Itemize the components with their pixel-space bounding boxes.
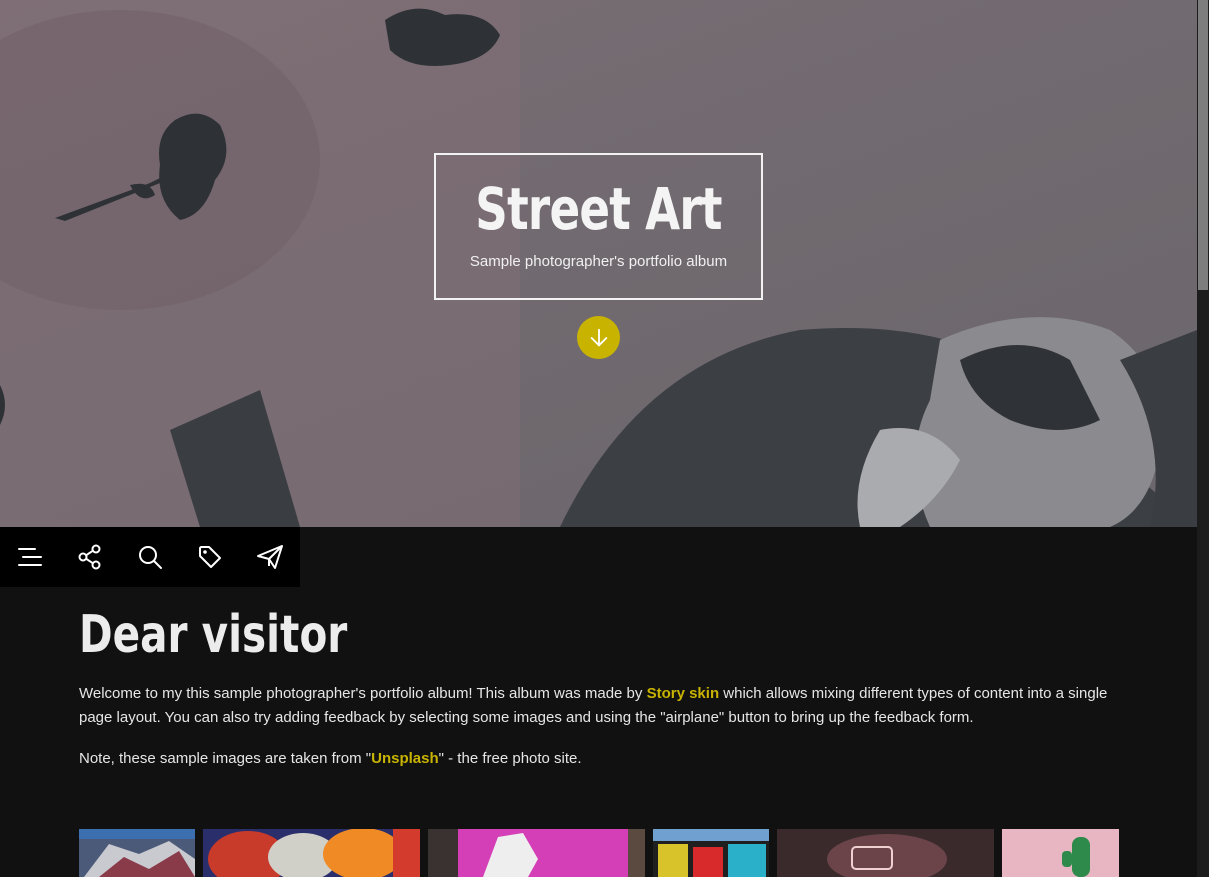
note-text: " - the free photo site. — [438, 750, 582, 767]
intro-paragraph-1: Welcome to my this sample photographer's… — [79, 682, 1119, 730]
album-title: Street Art — [475, 175, 722, 243]
send-feedback-icon — [257, 545, 283, 569]
album-title-box: Street Art Sample photographer's portfol… — [434, 153, 763, 300]
feedback-button[interactable] — [240, 527, 300, 587]
menu-icon — [18, 548, 42, 566]
story-skin-link[interactable]: Story skin — [647, 685, 720, 702]
scroll-down-button[interactable] — [577, 316, 620, 359]
scrollbar-thumb[interactable] — [1198, 0, 1208, 290]
thumbnail-image[interactable] — [1002, 829, 1119, 877]
thumbnail-image[interactable] — [428, 829, 645, 877]
thumbnail-image[interactable] — [777, 829, 994, 877]
intro-heading: Dear visitor — [79, 605, 348, 665]
menu-button[interactable] — [0, 527, 60, 587]
note-text: Note, these sample images are taken from… — [79, 750, 372, 767]
toolbar — [0, 527, 300, 587]
intro-text: Welcome to my this sample photographer's… — [79, 685, 647, 702]
intro-section: Dear visitor Welcome to my this sample p… — [79, 600, 1119, 771]
search-button[interactable] — [120, 527, 180, 587]
thumbnail-image[interactable] — [79, 829, 195, 877]
intro-paragraph-2: Note, these sample images are taken from… — [79, 747, 1119, 771]
hero-banner: Street Art Sample photographer's portfol… — [0, 0, 1197, 527]
thumbnail-image[interactable] — [203, 829, 420, 877]
share-icon — [78, 544, 101, 570]
share-button[interactable] — [60, 527, 120, 587]
tags-button[interactable] — [180, 527, 240, 587]
tag-icon — [199, 546, 221, 568]
album-subtitle: Sample photographer's portfolio album — [469, 253, 728, 270]
unsplash-link[interactable]: Unsplash — [371, 750, 439, 767]
thumbnail-image[interactable] — [653, 829, 769, 877]
arrow-down-icon — [590, 328, 607, 346]
search-icon — [139, 546, 162, 569]
